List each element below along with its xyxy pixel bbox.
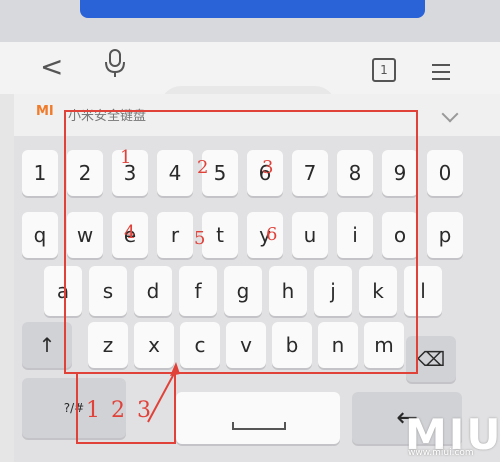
browser-toolbar: < 搜索 1: [0, 42, 500, 128]
annotation-bottom-label: 3: [137, 398, 151, 423]
tab-count-icon[interactable]: 1: [372, 58, 396, 82]
mi-logo: MI: [36, 104, 54, 119]
back-icon[interactable]: <: [40, 50, 63, 83]
menu-icon[interactable]: [432, 64, 450, 80]
collapse-keyboard-icon[interactable]: [441, 105, 459, 123]
key-p[interactable]: p: [427, 212, 463, 258]
key-q[interactable]: q: [22, 212, 58, 258]
annotation-bottom-label: 1: [86, 398, 100, 423]
space-key[interactable]: [176, 392, 340, 444]
annotation-label: 5: [194, 228, 206, 249]
microphone-icon[interactable]: [104, 48, 125, 77]
annotation-label: 1: [120, 147, 132, 168]
annotation-bottom-label: 2: [111, 398, 125, 423]
watermark-url: www.miui.com: [408, 448, 474, 458]
annotation-label: 3: [262, 157, 274, 178]
annotation-box-main: [64, 110, 418, 374]
key-0[interactable]: 0: [427, 150, 463, 196]
annotation-label: 6: [266, 224, 278, 245]
annotation-label: 4: [124, 222, 136, 243]
space-icon: [232, 422, 286, 430]
key-1[interactable]: 1: [22, 150, 58, 196]
status-area: [0, 0, 500, 44]
blue-banner: [80, 0, 425, 18]
annotation-label: 2: [197, 157, 209, 178]
